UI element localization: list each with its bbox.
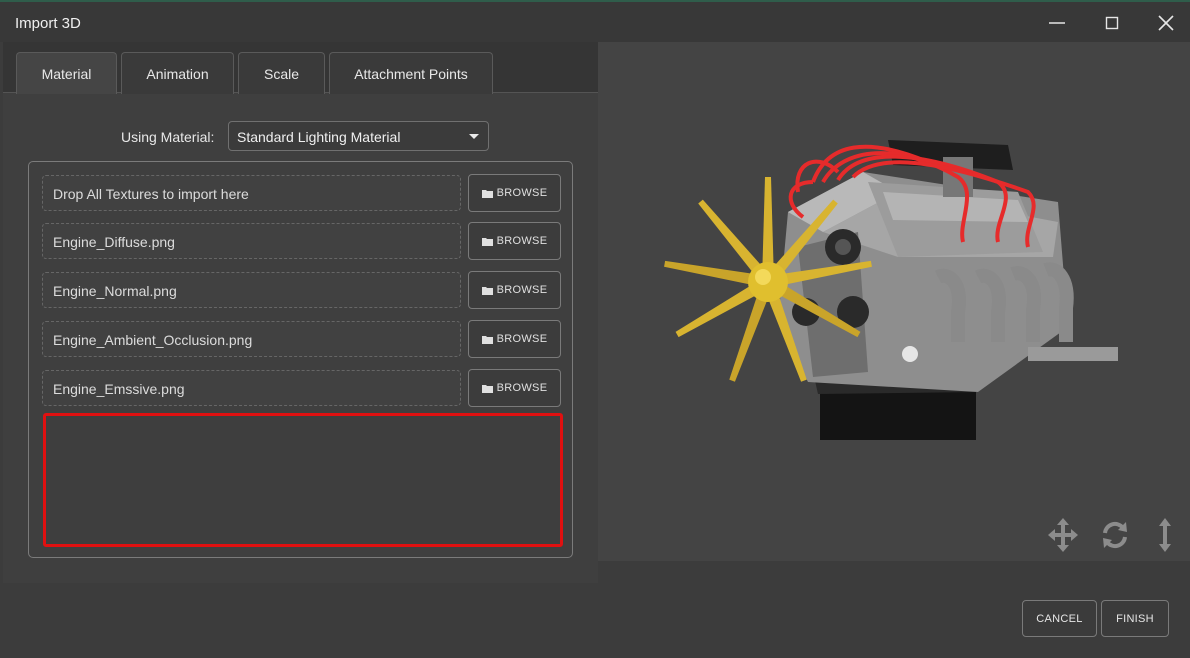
title-bar: Import 3D <box>0 2 1190 42</box>
material-select[interactable]: Standard Lighting Material <box>228 121 489 151</box>
tab-label: Scale <box>263 65 300 82</box>
texture-field-emissive[interactable]: Engine_Emssive.png <box>42 370 461 406</box>
browse-button[interactable]: BROWSE <box>468 369 561 407</box>
folder-icon <box>481 335 493 344</box>
texture-filename: Engine_Normal.png <box>53 283 177 299</box>
folder-icon <box>481 384 493 393</box>
texture-drop-zone[interactable]: Drop All Textures to import here <box>42 175 461 211</box>
tab-material[interactable]: Material <box>16 52 117 94</box>
minimize-button[interactable] <box>1033 4 1081 42</box>
maximize-icon <box>1105 16 1119 30</box>
browse-label: BROWSE <box>496 187 548 199</box>
texture-filename: Engine_Diffuse.png <box>53 234 175 250</box>
browse-label: BROWSE <box>496 333 548 345</box>
browse-label: BROWSE <box>496 284 548 296</box>
tab-attachment-points[interactable]: Attachment Points <box>329 52 493 94</box>
browse-button[interactable]: BROWSE <box>468 222 561 260</box>
material-select-value: Standard Lighting Material <box>237 129 401 145</box>
texture-field-diffuse[interactable]: Engine_Diffuse.png <box>42 223 461 259</box>
close-icon <box>1158 15 1174 31</box>
material-panel: Material Animation Scale Attachment Poin… <box>3 42 598 583</box>
folder-icon <box>481 237 493 246</box>
scale-vertical-icon[interactable] <box>1158 518 1172 552</box>
minimize-icon <box>1049 22 1065 24</box>
rotate-icon[interactable] <box>1101 518 1129 552</box>
caret-down-icon <box>469 134 479 139</box>
tab-label: Attachment Points <box>354 65 468 82</box>
browse-button[interactable]: BROWSE <box>468 320 561 358</box>
empty-texture-slot-highlight <box>43 413 563 547</box>
tab-label: Material <box>41 65 92 82</box>
texture-filename: Engine_Emssive.png <box>53 381 185 397</box>
tab-label: Animation <box>146 65 209 82</box>
browse-button[interactable]: BROWSE <box>468 271 561 309</box>
texture-drop-text: Drop All Textures to import here <box>53 186 249 202</box>
texture-field-ambient-occlusion[interactable]: Engine_Ambient_Occlusion.png <box>42 321 461 357</box>
tab-bar: Material Animation Scale Attachment Poin… <box>3 42 598 94</box>
folder-icon <box>481 189 493 198</box>
window-title: Import 3D <box>15 15 81 32</box>
model-preview-viewport[interactable] <box>598 42 1190 561</box>
texture-list: Drop All Textures to import here BROWSE … <box>28 161 573 558</box>
maximize-button[interactable] <box>1088 4 1136 42</box>
finish-label: FINISH <box>1116 612 1154 625</box>
texture-filename: Engine_Ambient_Occlusion.png <box>53 332 253 348</box>
browse-button[interactable]: BROWSE <box>468 174 561 212</box>
finish-button[interactable]: FINISH <box>1101 600 1169 637</box>
browse-label: BROWSE <box>496 235 548 247</box>
move-icon[interactable] <box>1048 518 1078 552</box>
browse-label: BROWSE <box>496 382 548 394</box>
tab-animation[interactable]: Animation <box>121 52 234 94</box>
tab-scale[interactable]: Scale <box>238 52 325 94</box>
cancel-button[interactable]: CANCEL <box>1022 600 1097 637</box>
using-material-label: Using Material: <box>121 129 215 145</box>
engine-model <box>664 140 1118 440</box>
texture-field-normal[interactable]: Engine_Normal.png <box>42 272 461 308</box>
cancel-label: CANCEL <box>1036 612 1083 625</box>
folder-icon <box>481 286 493 295</box>
close-button[interactable] <box>1142 4 1190 42</box>
